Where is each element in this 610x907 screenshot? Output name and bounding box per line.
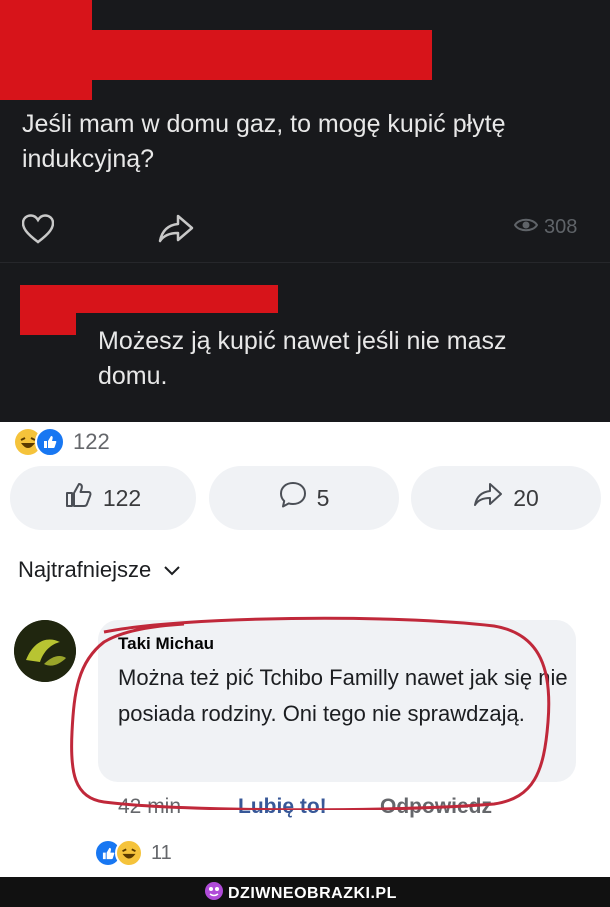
comment-haha-reaction-icon <box>115 839 143 867</box>
like-reaction-icon <box>35 427 65 457</box>
sort-label: Najtrafniejsze <box>18 557 152 582</box>
comments-count: 5 <box>316 484 330 511</box>
comment-icon <box>279 481 307 515</box>
share-button[interactable]: 20 <box>411 466 601 530</box>
like-button[interactable]: 122 <box>10 466 196 530</box>
comment-button[interactable]: 5 <box>209 466 399 530</box>
redacted-name-top-bar <box>0 30 432 80</box>
post-divider <box>0 262 610 263</box>
watermark-logo-icon <box>204 881 224 906</box>
watermark: DZIWNEOBRAZKI.PL <box>204 881 397 906</box>
heart-icon[interactable] <box>21 214 55 249</box>
like-count: 122 <box>102 484 142 511</box>
watermark-text: DZIWNEOBRAZKI.PL <box>228 884 397 902</box>
share-icon[interactable] <box>158 214 194 249</box>
shares-count: 20 <box>513 484 539 511</box>
chevron-down-icon <box>163 557 181 583</box>
reactions-summary[interactable]: 122 <box>15 427 110 457</box>
views-value: 308 <box>544 216 578 238</box>
red-annotation-circle <box>70 616 551 810</box>
thumbs-up-icon <box>65 482 93 514</box>
reply-text: Możesz ją kupić nawet jeśli nie masz dom… <box>98 327 507 390</box>
comment-sort-dropdown[interactable]: Najtrafniejsze <box>18 557 181 583</box>
views-count: 308 <box>513 216 578 239</box>
eye-icon <box>513 216 539 239</box>
redacted-name-reply-block <box>20 285 76 335</box>
post-question-text: Jeśli mam w domu gaz, to mogę kupić płyt… <box>22 110 506 173</box>
reactions-count: 122 <box>73 429 110 454</box>
share-arrow-icon <box>473 482 503 514</box>
comment-reactions[interactable]: 11 <box>96 839 172 867</box>
comment-reactions-count: 11 <box>151 841 172 864</box>
